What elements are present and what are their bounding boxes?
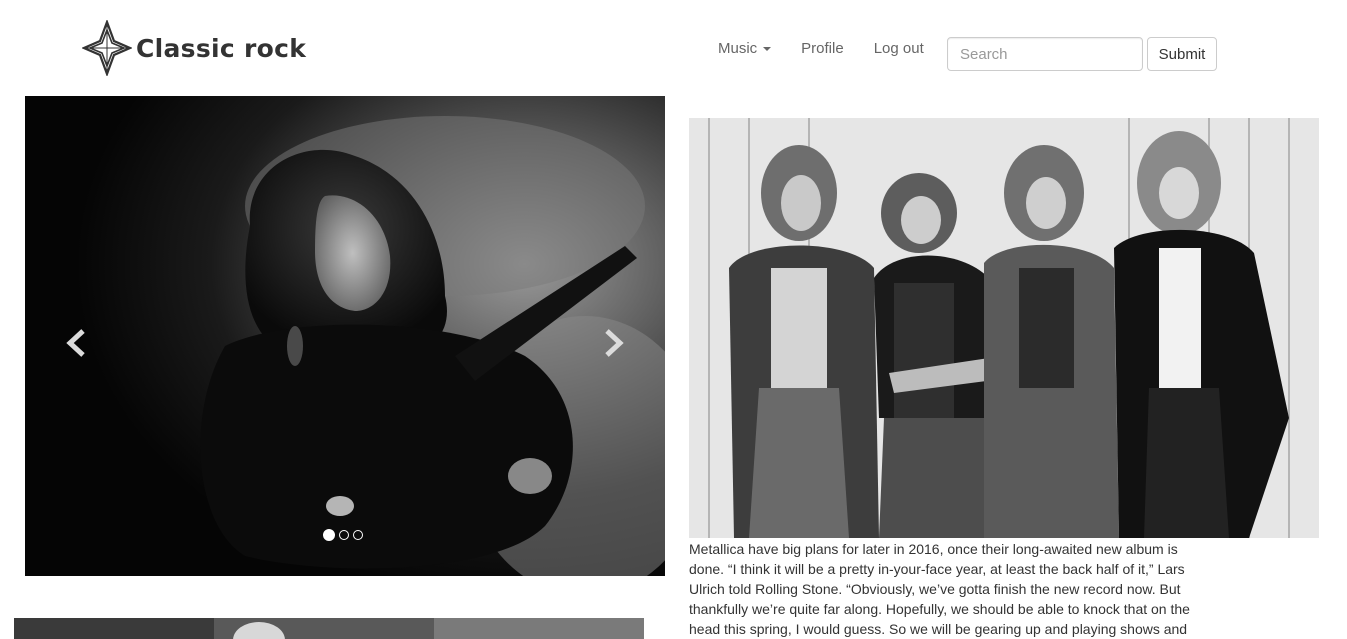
article-image xyxy=(689,118,1319,538)
chevron-left-icon xyxy=(66,329,85,357)
search-input[interactable] xyxy=(947,37,1143,71)
nav-logout-link[interactable]: Log out xyxy=(874,40,924,57)
secondary-image xyxy=(14,618,644,639)
carousel-prev-button[interactable] xyxy=(25,96,125,576)
chevron-right-icon xyxy=(605,329,624,357)
nav-profile-link[interactable]: Profile xyxy=(801,40,844,57)
brand-name: Classic rock xyxy=(136,33,307,63)
nav-music-label: Music xyxy=(718,40,758,57)
carousel-indicators xyxy=(323,529,363,541)
article-body: Metallica have big plans for later in 20… xyxy=(689,541,1190,637)
carousel-next-button[interactable] xyxy=(565,96,665,576)
nav-music-dropdown[interactable]: Music xyxy=(718,40,772,57)
brand-logo-link[interactable]: Classic rock xyxy=(82,20,306,76)
carousel-indicator-3[interactable] xyxy=(353,530,363,540)
carousel-indicator-1[interactable] xyxy=(323,529,335,541)
carousel-indicator-2[interactable] xyxy=(339,530,349,540)
band-photo xyxy=(689,118,1319,538)
main-nav: Music Profile Log out xyxy=(718,40,924,57)
image-carousel xyxy=(25,96,665,576)
caret-down-icon xyxy=(763,46,772,51)
compass-star-icon xyxy=(82,20,132,76)
submit-button[interactable]: Submit xyxy=(1147,37,1217,71)
secondary-photo xyxy=(14,618,644,639)
